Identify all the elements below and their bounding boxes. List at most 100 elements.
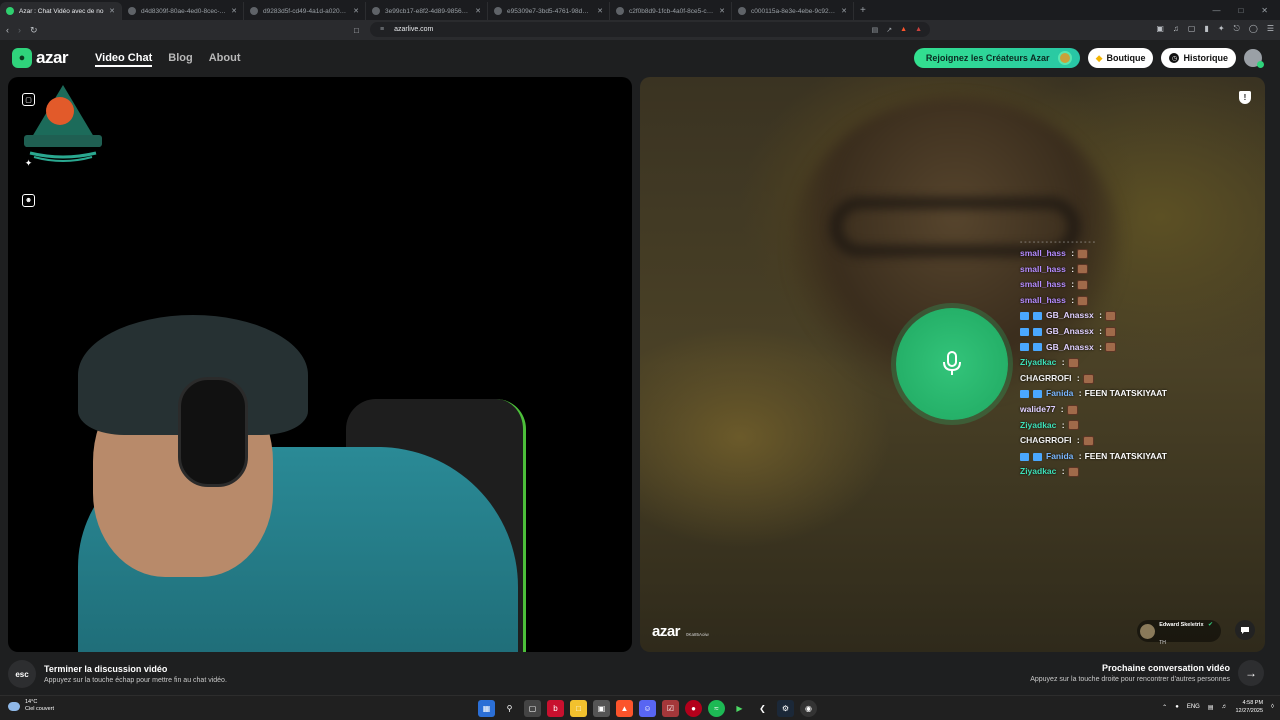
esc-key[interactable]: esc	[8, 660, 36, 688]
cast-icon[interactable]: ▤	[872, 26, 879, 34]
bookmark-icon[interactable]: □	[354, 26, 359, 35]
browser-tab[interactable]: Azar : Chat Vidéo avec de no ✕	[0, 2, 122, 20]
chat-separator: :	[1096, 325, 1102, 336]
close-window-icon[interactable]: ✕	[1261, 6, 1268, 15]
chat-line: small_hass :	[1020, 293, 1260, 309]
tab-favicon-icon	[128, 7, 136, 15]
tab-close-icon[interactable]: ✕	[719, 7, 725, 15]
chat-username: Fanida	[1046, 450, 1074, 461]
spotify-icon[interactable]: ≈	[708, 700, 725, 717]
extensions-icon[interactable]: ⎋	[1234, 24, 1240, 34]
chat-badge-icon	[1033, 343, 1042, 352]
clock[interactable]: 4:58 PM 12/27/2025	[1236, 699, 1264, 715]
shop-button[interactable]: ◆ Boutique	[1087, 48, 1154, 68]
browser-tab[interactable]: d9283d5f-cd49-4a1d-a020-4db206 ✕	[244, 2, 366, 20]
nav-about[interactable]: About	[209, 52, 241, 67]
back-icon[interactable]: ‹	[6, 25, 9, 35]
sticker-icon[interactable]: ☻	[22, 194, 35, 207]
nav-blog[interactable]: Blog	[168, 52, 192, 67]
tab-close-icon[interactable]: ✕	[231, 7, 237, 15]
next-arrow-icon[interactable]: →	[1238, 660, 1264, 686]
profile-avatar[interactable]	[1244, 49, 1264, 68]
browser-tab[interactable]: c000115a-8e3e-4ebe-9c92-6c2fd0 ✕	[732, 2, 854, 20]
browser-tab[interactable]: c2f0b8d9-1fcb-4a0f-8ce5-cfaf44d6 ✕	[610, 2, 732, 20]
join-creators-button[interactable]: Rejoignez les Créateurs Azar	[913, 48, 1080, 68]
new-tab-button[interactable]: +	[860, 5, 866, 16]
site-info-icon[interactable]: ≡	[380, 26, 384, 33]
notification-icon[interactable]: ◊	[1271, 704, 1274, 710]
language-indicator[interactable]: ENG	[1187, 704, 1200, 710]
clock-icon: ◷	[1169, 53, 1180, 63]
minimize-icon[interactable]: —	[1212, 6, 1220, 15]
azar-logo[interactable]: ● azar	[12, 48, 69, 68]
rewards-icon[interactable]: ▲	[915, 26, 922, 34]
report-shield-icon[interactable]: !	[1239, 91, 1251, 104]
wallet-icon[interactable]: ▣	[1156, 24, 1164, 34]
browser-tab-strip: Azar : Chat Vidéo avec de no ✕ d4d8309f-80…	[0, 0, 1280, 20]
chat-username: Fanida	[1046, 388, 1074, 399]
app-circle-icon[interactable]: ●	[685, 700, 702, 717]
address-bar[interactable]: ≡ azarlive.com ▤ ↗ ▲ ▲	[370, 22, 930, 37]
file-explorer-icon[interactable]: □	[570, 700, 587, 717]
app-maroon-icon[interactable]: ☑	[662, 700, 679, 717]
reading-list-icon[interactable]: ▢	[1188, 24, 1196, 34]
browser-tab[interactable]: e95309e7-3bd5-4761-98d5-1da6b8 ✕	[488, 2, 610, 20]
chat-line: CHAGRROFI :	[1020, 433, 1260, 449]
forward-icon[interactable]: ›	[18, 25, 21, 35]
chevron-up-icon[interactable]: ⌃	[1162, 704, 1167, 711]
chat-separator: :	[1068, 248, 1075, 258]
mic-button[interactable]	[896, 308, 1008, 420]
menu-icon[interactable]: ☰	[1267, 24, 1274, 34]
browser-tab[interactable]: d4d8309f-80ae-4ed0-8cec-fe9942e ✕	[122, 2, 244, 20]
peer-info[interactable]: Edward Skeletrix ✔ TH	[1137, 620, 1221, 646]
network-icon[interactable]: ▤	[1208, 704, 1214, 711]
weather-widget[interactable]: 14°C Ciel couvert	[8, 699, 54, 713]
store-icon[interactable]: ▣	[593, 700, 610, 717]
browser-tab[interactable]: 3e99cb17-e8f2-4d89-9856-cbb9 1d ✕	[366, 2, 488, 20]
history-button[interactable]: ◷ Historique	[1161, 48, 1236, 68]
shop-label: Boutique	[1106, 53, 1146, 63]
tab-favicon-icon	[250, 7, 258, 15]
camera-switch-icon[interactable]: ▢	[22, 93, 35, 106]
chat-button[interactable]	[1235, 620, 1255, 640]
nav-video-chat[interactable]: Video Chat	[95, 52, 153, 67]
chat-emote-icon	[1077, 295, 1089, 306]
leo-icon[interactable]: ✦	[1218, 24, 1225, 34]
task-view-icon[interactable]: ▢	[524, 700, 541, 717]
verified-icon: ✔	[1207, 622, 1213, 628]
reload-icon[interactable]: ↻	[30, 25, 38, 36]
app-red-icon[interactable]: b	[547, 700, 564, 717]
maximize-icon[interactable]: □	[1238, 6, 1243, 15]
tab-close-icon[interactable]: ✕	[109, 7, 115, 15]
next-chat-hint: Prochaine conversation vidéo Appuyez sur…	[1030, 660, 1264, 686]
obs-icon[interactable]: ◉	[800, 700, 817, 717]
steam-icon[interactable]: ⚙	[777, 700, 794, 717]
search-icon[interactable]: ⚲	[501, 700, 518, 717]
media-icon[interactable]: ♫	[1173, 24, 1179, 34]
app-k-icon[interactable]: ❮	[754, 700, 771, 717]
tab-close-icon[interactable]: ✕	[597, 7, 603, 15]
discord-icon[interactable]: ☺	[639, 700, 656, 717]
chat-line: Fanida : FEEN TAATSKIYAAT	[1020, 449, 1260, 465]
effects-icon[interactable]: ✦	[22, 157, 35, 170]
peer-avatar	[1140, 623, 1156, 639]
tab-favicon-icon	[494, 7, 502, 15]
share-icon[interactable]: ↗	[886, 26, 892, 34]
chat-line: small_hass :	[1020, 262, 1260, 278]
tab-close-icon[interactable]: ✕	[841, 7, 847, 15]
chat-emote-icon	[1067, 357, 1079, 368]
brave-shield-icon[interactable]: ▲	[900, 26, 907, 34]
sidebar-icon[interactable]: ▮	[1204, 24, 1208, 34]
brave-icon[interactable]: ▲	[616, 700, 633, 717]
tab-favicon-icon	[738, 7, 746, 15]
next-chat-sub: Appuyez sur la touche droite pour rencon…	[1030, 676, 1230, 683]
play-icon[interactable]: ▶	[731, 700, 748, 717]
volume-icon[interactable]: ♬	[1222, 704, 1228, 710]
mic-tray-icon[interactable]: ●	[1175, 704, 1179, 710]
start-icon[interactable]: ▦	[478, 700, 495, 717]
vpn-icon[interactable]: ◯	[1249, 24, 1258, 34]
tab-close-icon[interactable]: ✕	[475, 7, 481, 15]
chat-emote-icon	[1077, 279, 1089, 290]
chat-username: GB_Anassx	[1046, 341, 1094, 352]
tab-close-icon[interactable]: ✕	[353, 7, 359, 15]
